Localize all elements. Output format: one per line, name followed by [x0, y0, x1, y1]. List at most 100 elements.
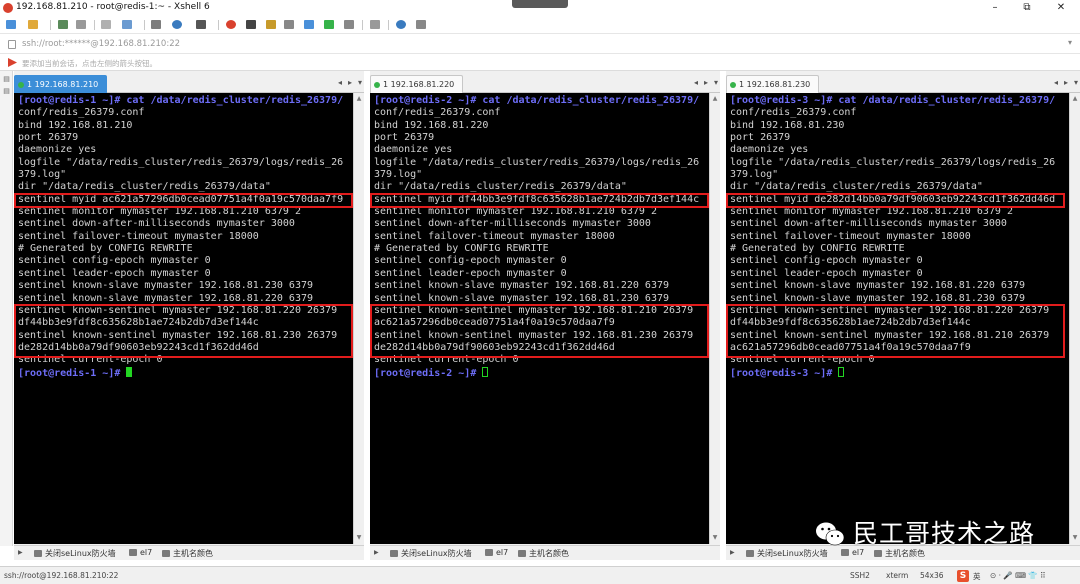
- quick-command-label: 主机名颜色: [529, 549, 569, 558]
- tab-list-icon[interactable]: ▾: [358, 78, 362, 87]
- menu-icon[interactable]: ▶: [18, 549, 23, 556]
- connect-icon[interactable]: [58, 19, 68, 31]
- terminal-line: conf/redis_26379.conf: [18, 107, 145, 119]
- title-bar: 192.168.81.210 - root@redis-1:~ - Xshell…: [0, 0, 1080, 16]
- terminal-line: dir "/data/redis_cluster/redis_26379/dat…: [730, 181, 983, 193]
- help-icon[interactable]: [396, 19, 406, 31]
- command-icon: [390, 550, 398, 557]
- font-icon[interactable]: [196, 19, 206, 31]
- open-folder-icon[interactable]: [28, 19, 38, 31]
- sessions-panel-icon[interactable]: ▤: [0, 75, 13, 83]
- scroll-down-icon[interactable]: ▼: [1071, 534, 1079, 542]
- menu-icon[interactable]: ▶: [374, 549, 379, 556]
- tab-list-icon[interactable]: ▾: [714, 78, 718, 87]
- tab-next-icon[interactable]: ▸: [704, 78, 708, 87]
- terminal-prompt-line[interactable]: [root@redis-3 ~]#: [726, 366, 1069, 380]
- quick-command-firewall[interactable]: 关闭seLinux防火墙: [34, 548, 116, 559]
- menu-icon[interactable]: ▶: [730, 549, 735, 556]
- terminal-line: 379.log": [730, 169, 779, 181]
- tab-redis-3[interactable]: 1 192.168.81.230: [726, 75, 820, 93]
- session-side-strip[interactable]: ▤ ▤: [0, 71, 13, 546]
- maximize-button[interactable]: ⧉: [1012, 0, 1042, 16]
- scroll-up-icon[interactable]: ▲: [355, 95, 363, 103]
- quick-command-label: 关闭seLinux防火墙: [757, 549, 828, 558]
- tab-redis-1[interactable]: 1 192.168.81.210: [14, 75, 108, 93]
- terminal-prompt-line[interactable]: [root@redis-2 ~]#: [370, 366, 709, 380]
- terminal-line: sentinel config-epoch mymaster 0: [730, 255, 923, 267]
- tab-next-icon[interactable]: ▸: [348, 78, 352, 87]
- minimize-button[interactable]: –: [980, 0, 1010, 16]
- vertical-scrollbar[interactable]: ▲ ▼: [353, 93, 364, 544]
- terminal-line: daemonize yes: [374, 144, 453, 156]
- status-bar: ssh://root@192.168.81.210:22 SSH2 xterm …: [0, 566, 1080, 584]
- quick-command-bar: ▶ 关闭seLinux防火墙 el7 主机名颜色: [370, 545, 720, 560]
- copy-icon[interactable]: [101, 19, 111, 31]
- quick-command-el7[interactable]: el7: [129, 548, 152, 557]
- scroll-down-icon[interactable]: ▼: [711, 534, 719, 542]
- chat-icon[interactable]: [416, 19, 426, 31]
- compose-icon[interactable]: [304, 19, 314, 31]
- tab-list-icon[interactable]: ▾: [1074, 78, 1078, 87]
- terminal-output[interactable]: [root@redis-3 ~]# cat /data/redis_cluste…: [726, 93, 1069, 544]
- quick-command-firewall[interactable]: 关闭seLinux防火墙: [390, 548, 472, 559]
- tab-label: 1 192.168.81.230: [739, 80, 811, 89]
- terminal-line: # Generated by CONFIG REWRITE: [374, 243, 549, 255]
- command-icon: [485, 549, 493, 556]
- tab-redis-2[interactable]: 1 192.168.81.220: [370, 75, 464, 93]
- tab-prev-icon[interactable]: ◂: [1054, 78, 1058, 87]
- transfer-icon[interactable]: [324, 19, 334, 31]
- ime-toolbar-icons[interactable]: ⊙ · 🎤 ⌨ 👕 ⠿: [990, 571, 1046, 580]
- properties-icon[interactable]: [151, 19, 161, 31]
- terminal-line: sentinel down-after-milliseconds mymaste…: [18, 218, 295, 230]
- quick-command-hostcolor[interactable]: 主机名颜色: [162, 548, 213, 559]
- terminal-prompt-line[interactable]: [root@redis-1 ~]#: [14, 366, 353, 380]
- xftp-icon[interactable]: [226, 19, 236, 31]
- shell-prompt: [root@redis-1 ~]#: [18, 367, 127, 379]
- vertical-scrollbar[interactable]: ▲ ▼: [1069, 93, 1080, 544]
- terminal-line: port 26379: [730, 132, 791, 144]
- address-bar[interactable]: ssh://root:******@192.168.81.210:22 ▾: [0, 34, 1080, 54]
- layout-icon[interactable]: [344, 19, 354, 31]
- quick-command-el7[interactable]: el7: [485, 548, 508, 557]
- vertical-scrollbar[interactable]: ▲ ▼: [709, 93, 720, 544]
- arrow-icon[interactable]: [8, 58, 17, 67]
- globe-icon[interactable]: [172, 19, 182, 31]
- ime-language[interactable]: 英: [973, 571, 981, 582]
- terminal-output[interactable]: [root@redis-1 ~]# cat /data/redis_cluste…: [14, 93, 353, 544]
- scroll-up-icon[interactable]: ▲: [1071, 95, 1079, 103]
- find-icon[interactable]: [122, 19, 132, 31]
- new-session-icon[interactable]: [6, 19, 16, 31]
- sessions-panel-icon[interactable]: ▤: [0, 87, 13, 95]
- fullscreen-icon[interactable]: [284, 19, 294, 31]
- quick-command-firewall[interactable]: 关闭seLinux防火墙: [746, 548, 828, 559]
- quick-command-label: el7: [140, 548, 153, 557]
- terminal-line: sentinel known-slave mymaster 192.168.81…: [730, 292, 1026, 304]
- chevron-down-icon[interactable]: ▾: [1068, 38, 1072, 47]
- toolbar: [0, 16, 1080, 34]
- tab-next-icon[interactable]: ▸: [1064, 78, 1068, 87]
- command-icon: [129, 549, 137, 556]
- quick-command-hostcolor[interactable]: 主机名颜色: [518, 548, 569, 559]
- screen-notch: [512, 0, 568, 8]
- terminal-line: bind 192.168.81.230: [730, 119, 845, 131]
- terminal-type-status: xterm: [886, 571, 909, 580]
- shell-prompt: [root@redis-3 ~]#: [730, 367, 839, 379]
- terminal-line: sentinel down-after-milliseconds mymaste…: [730, 218, 1007, 230]
- scroll-down-icon[interactable]: ▼: [355, 534, 363, 542]
- terminal-line: [root@redis-2 ~]# cat /data/redis_cluste…: [374, 95, 700, 106]
- disconnect-icon[interactable]: [76, 19, 86, 31]
- hint-text: 要添加当前会话，点击左侧的箭头按钮。: [22, 59, 157, 68]
- lock-icon[interactable]: [266, 19, 276, 31]
- close-button[interactable]: ✕: [1046, 0, 1076, 16]
- script-icon[interactable]: [246, 19, 256, 31]
- scroll-up-icon[interactable]: ▲: [711, 95, 719, 103]
- tab-prev-icon[interactable]: ◂: [338, 78, 342, 87]
- highlight-known-sentinel-box: [14, 304, 353, 358]
- sogou-ime-icon[interactable]: S: [957, 570, 969, 582]
- text-cursor: [482, 366, 489, 377]
- terminal-output[interactable]: [root@redis-2 ~]# cat /data/redis_cluste…: [370, 93, 709, 544]
- tab-prev-icon[interactable]: ◂: [694, 78, 698, 87]
- address-input[interactable]: ssh://root:******@192.168.81.210:22: [22, 39, 180, 49]
- terminal-line: 379.log": [374, 169, 423, 181]
- tabs-icon[interactable]: [370, 19, 380, 31]
